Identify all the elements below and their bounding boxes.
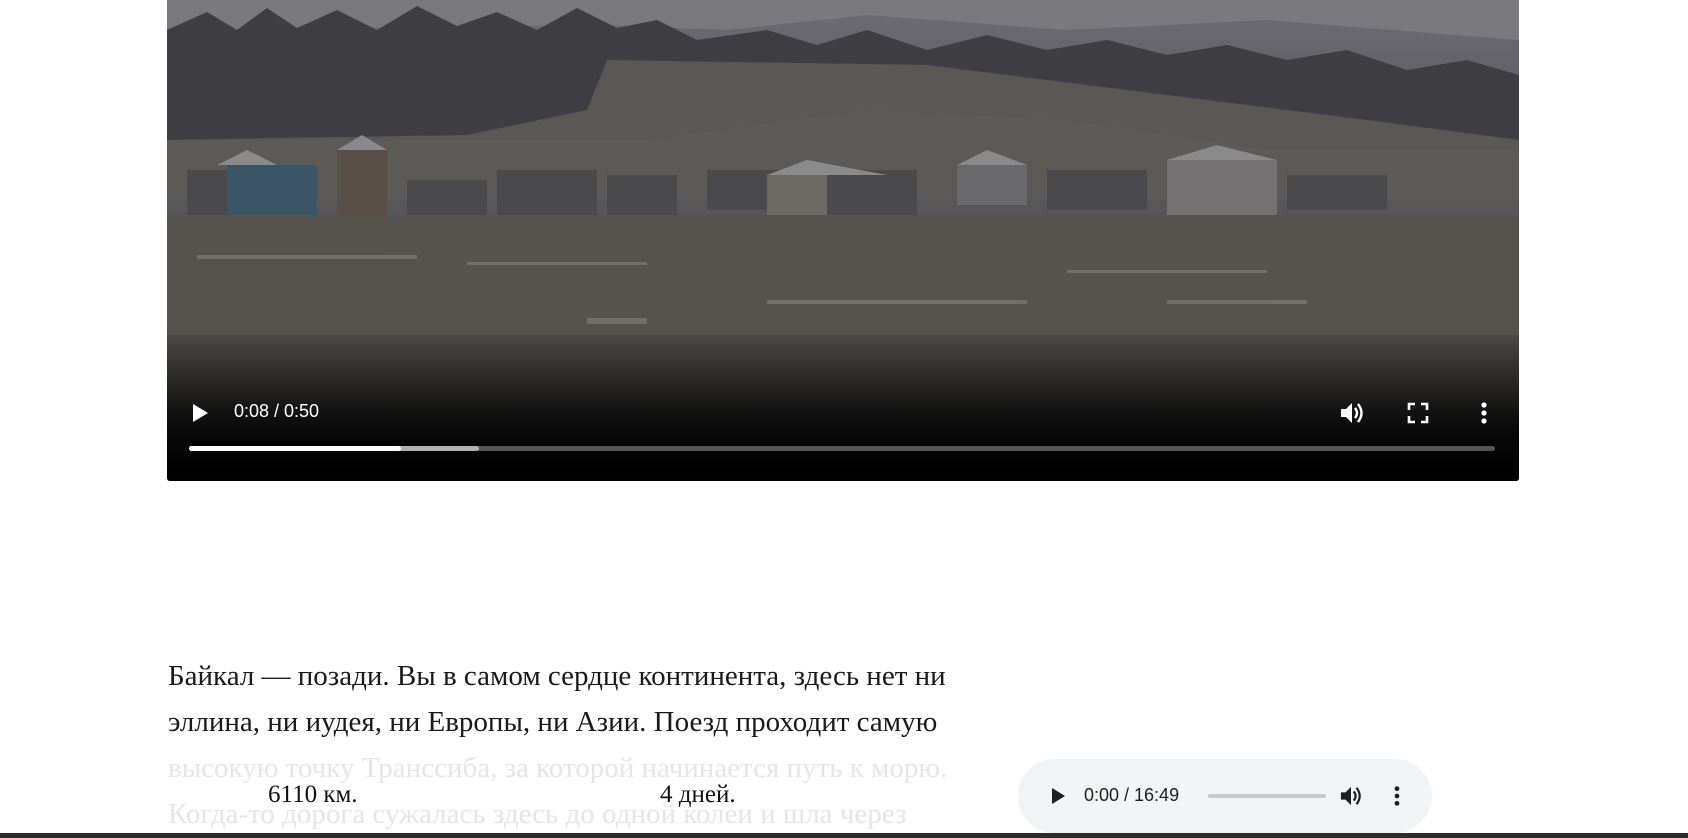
fullscreen-icon	[1407, 402, 1429, 424]
video-volume-button[interactable]	[1337, 398, 1367, 428]
play-icon	[193, 404, 208, 422]
video-more-options-button[interactable]	[1469, 398, 1499, 428]
audio-play-button[interactable]	[1044, 782, 1072, 810]
audio-time-display: 0:00 / 16:49	[1084, 785, 1180, 805]
audio-more-options-button[interactable]	[1382, 781, 1412, 811]
audio-seek-bar[interactable]	[1208, 794, 1326, 798]
bottom-divider	[0, 833, 1688, 838]
volume-icon	[1340, 786, 1361, 806]
more-vertical-icon	[1394, 786, 1400, 806]
video-play-button[interactable]	[187, 398, 213, 428]
video-fullscreen-button[interactable]	[1403, 398, 1433, 428]
duration-stat: 4 дней.	[660, 781, 736, 808]
video-progress-bar[interactable]	[189, 446, 1495, 451]
play-icon	[1052, 788, 1065, 804]
video-played-range	[189, 446, 401, 451]
audio-volume-button[interactable]	[1336, 781, 1366, 811]
article-text: Байкал — позади. Вы в самом сердце конти…	[168, 653, 1008, 837]
article-line: Байкал — позади. Вы в самом сердце конти…	[168, 660, 946, 692]
video-controls-shade	[167, 331, 1519, 481]
video-player[interactable]: 0:08 / 0:50	[167, 0, 1519, 481]
audio-player[interactable]: 0:00 / 16:49	[1018, 759, 1432, 833]
distance-stat: 6110 км.	[268, 781, 358, 808]
video-time-display: 0:08 / 0:50	[234, 401, 320, 421]
article-line: эллина, ни иудея, ни Европы, ни Азии. По…	[168, 706, 938, 738]
more-vertical-icon	[1481, 402, 1487, 424]
volume-icon	[1341, 403, 1363, 423]
